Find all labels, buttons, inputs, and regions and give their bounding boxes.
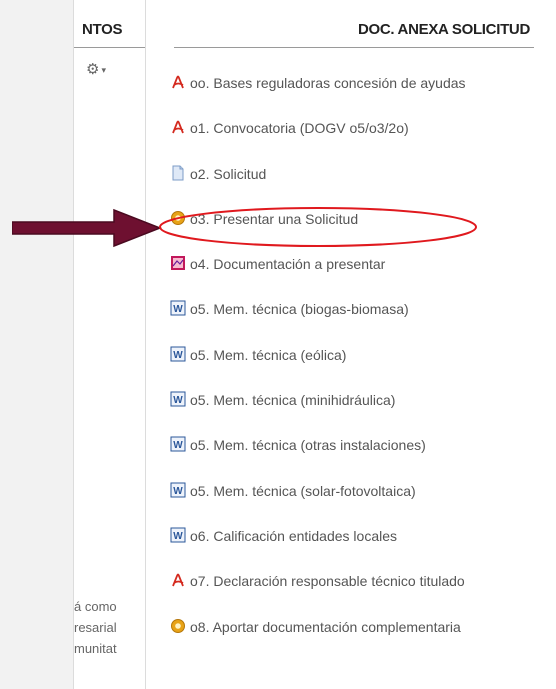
document-label: oo. Bases reguladoras concesión de ayuda…	[190, 75, 466, 91]
document-image-icon	[171, 256, 185, 271]
document-label: o2. Solicitud	[190, 165, 267, 182]
left-panel-text: á como resarial munitat	[74, 596, 117, 659]
word-icon: W	[170, 300, 186, 316]
document-link[interactable]: W o5. Mem. técnica (solar-fotovoltaica)	[170, 482, 466, 527]
gear-icon	[171, 618, 185, 633]
caret-down-icon: ▾	[101, 64, 106, 75]
right-panel: DOC. ANEXA SOLICITUD oo. Bases regulador…	[146, 0, 556, 689]
svg-text:W: W	[173, 350, 183, 361]
document-link[interactable]: W o6. Calificación entidades locales	[170, 527, 466, 572]
document-link[interactable]: W o5. Mem. técnica (eólica)	[170, 346, 466, 391]
word-icon: W	[170, 391, 186, 407]
document-link[interactable]: W o5. Mem. técnica (biogas-biomasa)	[170, 300, 466, 345]
gear-icon: ⚙	[86, 61, 100, 78]
pdf-icon	[172, 120, 184, 134]
document-link[interactable]: W o5. Mem. técnica (minihidráulica)	[170, 391, 466, 436]
arrow-shape	[12, 208, 162, 248]
right-panel-rule	[174, 47, 534, 48]
annotation-arrow-icon	[12, 208, 162, 248]
document-label: o5. Mem. técnica (minihidráulica)	[190, 392, 396, 409]
word-icon: W	[170, 346, 186, 362]
left-panel: NTOS ⚙ ▾ á como resarial munitat	[73, 0, 146, 689]
document-label: o5. Mem. técnica (biogas-biomasa)	[190, 301, 409, 318]
document-link[interactable]: o4. Documentación a presentar	[170, 255, 466, 300]
document-label: o6. Calificación entidades locales	[190, 527, 398, 544]
document-link[interactable]: o1. Convocatoria (DOGV o5/o3/2o)	[170, 119, 466, 164]
document-link[interactable]: o8. Aportar documentación complementaria	[170, 618, 466, 663]
left-snippet: resarial	[74, 620, 117, 635]
left-snippet: munitat	[74, 641, 117, 656]
document-label: o1. Convocatoria (DOGV o5/o3/2o)	[190, 120, 409, 137]
document-link[interactable]: o2. Solicitud	[170, 165, 466, 210]
document-link[interactable]: W o5. Mem. técnica (otras instalaciones)	[170, 436, 466, 481]
word-icon: W	[170, 436, 186, 452]
settings-menu-button[interactable]: ⚙ ▾	[86, 60, 106, 78]
document-label: o4. Documentación a presentar	[190, 256, 386, 273]
right-panel-title: DOC. ANEXA SOLICITUD	[357, 21, 530, 38]
word-icon: W	[170, 527, 186, 543]
document-label: o5. Mem. técnica (solar-fotovoltaica)	[190, 482, 416, 499]
word-icon: W	[170, 482, 186, 498]
document-link[interactable]: o7. Declaración responsable técnico titu…	[170, 572, 466, 617]
left-panel-title: NTOS	[82, 21, 123, 38]
left-snippet: á como	[74, 599, 117, 614]
left-panel-rule	[74, 47, 146, 48]
document-list: oo. Bases reguladoras concesión de ayuda…	[170, 74, 466, 663]
document-label: o5. Mem. técnica (otras instalaciones)	[190, 437, 426, 454]
svg-text:W: W	[173, 395, 183, 406]
pdf-icon	[172, 75, 184, 89]
document-label: o5. Mem. técnica (eólica)	[190, 346, 347, 363]
page-margin	[0, 0, 73, 689]
svg-text:W: W	[173, 531, 183, 542]
highlight-ellipse	[159, 207, 477, 247]
document-label: o7. Declaración responsable técnico titu…	[190, 573, 465, 590]
svg-text:W: W	[173, 486, 183, 497]
pdf-icon	[172, 573, 184, 587]
document-label: o8. Aportar documentación complementaria	[190, 618, 461, 635]
document-link[interactable]: oo. Bases reguladoras concesión de ayuda…	[170, 74, 466, 119]
svg-text:W: W	[173, 304, 183, 315]
file-icon	[172, 165, 184, 181]
svg-text:W: W	[173, 440, 183, 451]
